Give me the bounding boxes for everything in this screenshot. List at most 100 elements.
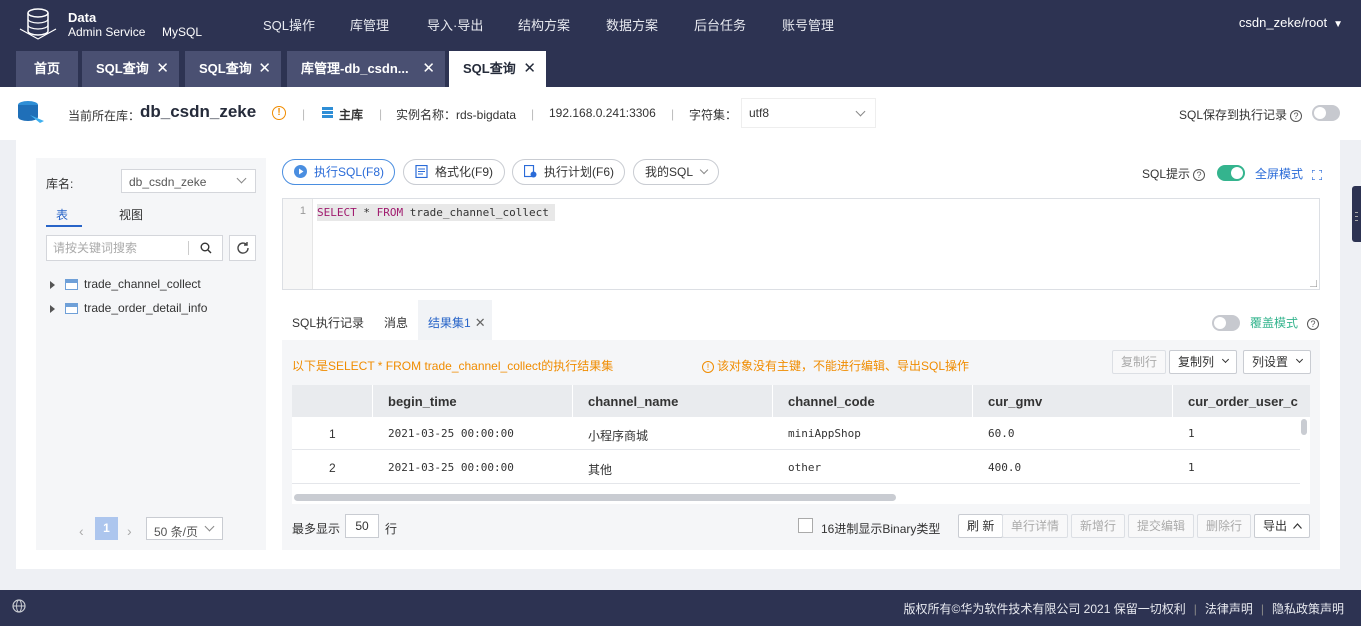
run-sql-button[interactable]: 执行SQL(F8) bbox=[282, 159, 395, 185]
cover-mode-label: 覆盖模式? bbox=[1250, 314, 1320, 331]
user-menu[interactable]: csdn_zeke/root ▼ bbox=[1239, 15, 1343, 30]
cell-cur-order-user[interactable]: 1 bbox=[1188, 427, 1195, 440]
tab-messages[interactable]: 消息 bbox=[384, 314, 408, 331]
close-icon[interactable]: ✕ bbox=[422, 51, 435, 87]
row-detail-button[interactable]: 单行详情 bbox=[1002, 514, 1069, 538]
chevron-down-icon bbox=[1295, 355, 1304, 364]
table-row[interactable]: 1 2021-03-25 00:00:00 小程序商城 miniAppShop … bbox=[292, 417, 1300, 450]
fullscreen-button[interactable]: 全屏模式 bbox=[1255, 165, 1323, 182]
tab-sql-query-1[interactable]: SQL查询 ✕ bbox=[82, 51, 179, 87]
legal-link[interactable]: 法律声明 bbox=[1205, 602, 1253, 616]
cell-begin-time[interactable]: 2021-03-25 00:00:00 bbox=[388, 461, 514, 474]
new-row-button[interactable]: 新增行 bbox=[1071, 514, 1126, 538]
close-icon[interactable]: ✕ bbox=[156, 51, 169, 87]
cell-channel-name[interactable]: 其他 bbox=[588, 461, 612, 478]
current-page[interactable]: 1 bbox=[95, 517, 118, 540]
help-icon[interactable]: ? bbox=[1307, 317, 1320, 330]
copy-column-dropdown[interactable]: 复制列 bbox=[1169, 350, 1237, 374]
privacy-link[interactable]: 隐私政策声明 bbox=[1272, 602, 1344, 616]
instance-name: 实例名称：rds-bigdata bbox=[396, 108, 517, 122]
column-settings-dropdown[interactable]: 列设置 bbox=[1243, 350, 1311, 374]
grid-header: begin_time channel_name channel_code cur… bbox=[292, 385, 1310, 417]
close-icon[interactable]: ✕ bbox=[258, 51, 271, 87]
sql-save-toggle[interactable] bbox=[1312, 105, 1340, 121]
cover-mode-toggle[interactable] bbox=[1212, 315, 1240, 331]
next-page-icon[interactable]: › bbox=[127, 523, 132, 539]
help-icon[interactable]: ? bbox=[1193, 168, 1206, 181]
info-warning-icon[interactable]: ! bbox=[272, 106, 286, 120]
horizontal-scrollbar[interactable] bbox=[294, 494, 896, 501]
sql-tip-toggle[interactable] bbox=[1217, 165, 1245, 181]
tab-home[interactable]: 首页 bbox=[16, 51, 78, 87]
table-row[interactable]: 2 2021-03-25 00:00:00 其他 other 400.0 1 bbox=[292, 451, 1300, 484]
resize-handle-icon[interactable] bbox=[1310, 280, 1317, 287]
submit-edit-button[interactable]: 提交编辑 bbox=[1128, 514, 1195, 538]
column-header[interactable]: channel_code bbox=[788, 394, 875, 409]
prev-page-icon[interactable]: ‹ bbox=[79, 523, 84, 539]
hex-display-checkbox[interactable] bbox=[798, 518, 813, 533]
cell-cur-gmv[interactable]: 60.0 bbox=[988, 427, 1015, 440]
charset-select[interactable]: utf8 bbox=[740, 97, 877, 129]
sql-editor[interactable]: 1 SELECT * FROM trade_channel_collect bbox=[282, 198, 1320, 290]
lib-select[interactable]: db_csdn_zeke bbox=[121, 169, 256, 193]
tab-label: SQL查询 bbox=[96, 61, 149, 76]
footer: 版权所有©华为软件技术有限公司 2021 保留一切权利 | 法律声明 | 隐私政策声明 bbox=[0, 590, 1361, 626]
execution-plan-button[interactable]: 执行计划(F6) bbox=[512, 159, 625, 185]
column-header[interactable]: begin_time bbox=[388, 394, 457, 409]
column-header[interactable]: cur_order_user_c bbox=[1188, 394, 1298, 409]
master-db-icon bbox=[322, 107, 333, 118]
nav-background-tasks[interactable]: 后台任务 bbox=[694, 15, 746, 34]
row-number: 1 bbox=[329, 427, 336, 441]
my-sql-dropdown[interactable]: 我的SQL bbox=[633, 159, 719, 185]
page-size-select[interactable]: 50 条/页 bbox=[146, 517, 223, 540]
close-icon[interactable]: ✕ bbox=[523, 51, 536, 87]
tab-result-set-1[interactable]: 结果集1 ✕ bbox=[428, 314, 486, 331]
delete-row-button[interactable]: 删除行 bbox=[1197, 514, 1252, 538]
tab-views[interactable]: 视图 bbox=[119, 206, 143, 223]
vertical-scrollbar[interactable] bbox=[1301, 419, 1307, 435]
cell-channel-code[interactable]: other bbox=[788, 461, 821, 474]
cell-cur-order-user[interactable]: 1 bbox=[1188, 461, 1195, 474]
format-button[interactable]: 格式化(F9) bbox=[403, 159, 505, 185]
expand-arrow-icon[interactable] bbox=[50, 280, 55, 289]
column-header[interactable]: channel_name bbox=[588, 394, 678, 409]
refresh-result-button[interactable]: 刷 新 bbox=[958, 514, 1004, 538]
cell-cur-gmv[interactable]: 400.0 bbox=[988, 461, 1021, 474]
cell-begin-time[interactable]: 2021-03-25 00:00:00 bbox=[388, 427, 514, 440]
nav-account-manage[interactable]: 账号管理 bbox=[782, 15, 834, 34]
sql-code-line[interactable]: SELECT * FROM trade_channel_collect bbox=[317, 204, 555, 221]
current-db-name: db_csdn_zeke bbox=[140, 102, 257, 121]
lib-label: 库名: bbox=[46, 177, 74, 191]
refresh-button[interactable] bbox=[229, 235, 256, 261]
max-rows-input[interactable]: 50 bbox=[345, 514, 379, 538]
copy-row-button[interactable]: 复制行 bbox=[1112, 350, 1167, 374]
help-icon[interactable]: ? bbox=[1290, 109, 1303, 122]
nav-sql-ops[interactable]: SQL操作 bbox=[263, 15, 315, 34]
nav-import-export[interactable]: 导入·导出 bbox=[427, 15, 483, 34]
tab-db-manage[interactable]: 库管理-db_csdn... ✕ bbox=[287, 51, 445, 87]
plan-icon bbox=[524, 165, 537, 178]
cell-channel-code[interactable]: miniAppShop bbox=[788, 427, 861, 440]
search-icon[interactable] bbox=[200, 242, 212, 254]
tab-sql-history[interactable]: SQL执行记录 bbox=[292, 314, 364, 331]
export-dropdown[interactable]: 导出 bbox=[1254, 514, 1310, 538]
expand-arrow-icon[interactable] bbox=[50, 304, 55, 313]
table-icon bbox=[65, 303, 78, 315]
globe-icon[interactable] bbox=[12, 599, 26, 613]
footer-links: 版权所有©华为软件技术有限公司 2021 保留一切权利 | 法律声明 | 隐私政策声明 bbox=[903, 602, 1345, 616]
nav-data-plan[interactable]: 数据方案 bbox=[606, 15, 658, 34]
close-icon[interactable]: ✕ bbox=[475, 315, 486, 330]
play-icon bbox=[294, 165, 307, 178]
tab-sql-query-active[interactable]: SQL查询 ✕ bbox=[449, 51, 546, 87]
table-search-input[interactable] bbox=[53, 240, 183, 256]
tab-label: SQL查询 bbox=[199, 61, 252, 76]
nav-db-manage[interactable]: 库管理 bbox=[350, 15, 389, 34]
nav-schema-plan[interactable]: 结构方案 bbox=[518, 15, 570, 34]
side-panel-handle[interactable] bbox=[1352, 186, 1361, 242]
tab-tables[interactable]: 表 bbox=[56, 206, 68, 223]
column-header[interactable]: cur_gmv bbox=[988, 394, 1042, 409]
tab-sql-query-2[interactable]: SQL查询 ✕ bbox=[185, 51, 281, 87]
tree-item-table[interactable]: trade_channel_collect bbox=[50, 277, 201, 291]
tree-item-table[interactable]: trade_order_detail_info bbox=[50, 301, 207, 315]
cell-channel-name[interactable]: 小程序商城 bbox=[588, 427, 648, 444]
